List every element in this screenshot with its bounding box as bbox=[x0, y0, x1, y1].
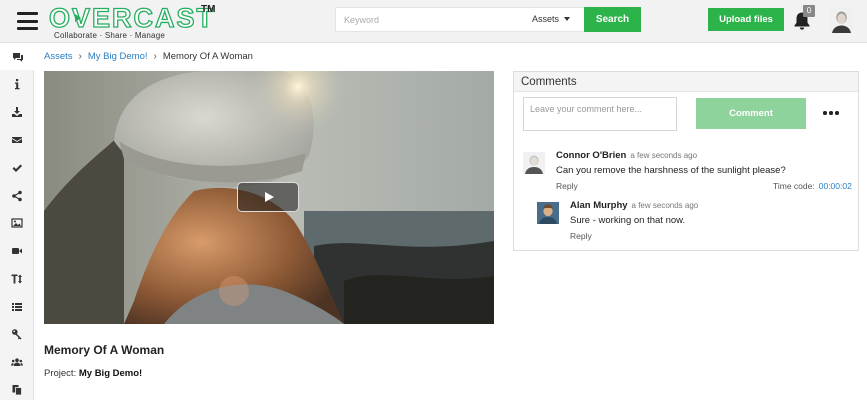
rail-images[interactable] bbox=[0, 209, 34, 236]
rail-key[interactable] bbox=[0, 320, 34, 347]
envelope-icon bbox=[12, 136, 22, 143]
reply-link[interactable]: Reply bbox=[556, 181, 578, 191]
project-label: Project: bbox=[44, 368, 77, 379]
chevron-down-icon bbox=[564, 17, 571, 21]
download-icon bbox=[12, 106, 22, 117]
timecode-label: Time code: bbox=[773, 181, 815, 191]
copy-icon bbox=[12, 384, 22, 395]
comments-heading: Comments bbox=[514, 72, 858, 92]
rail-copy[interactable] bbox=[0, 376, 34, 400]
notification-badge: 0 bbox=[803, 5, 815, 17]
rail-text[interactable] bbox=[0, 265, 34, 292]
chevron-right-icon: › bbox=[78, 51, 82, 62]
key-icon bbox=[12, 328, 22, 339]
rail-list[interactable] bbox=[0, 293, 34, 320]
rail-users[interactable] bbox=[0, 348, 34, 375]
rail-share[interactable] bbox=[0, 182, 34, 209]
comment-time: a few seconds ago bbox=[631, 201, 699, 210]
comment-author-name[interactable]: Connor O'Brien bbox=[556, 150, 626, 161]
comment-text: Can you remove the harshness of the sunl… bbox=[556, 165, 786, 176]
menu-icon[interactable] bbox=[17, 12, 38, 30]
video-camera-icon bbox=[12, 247, 22, 254]
play-button[interactable] bbox=[237, 182, 299, 212]
breadcrumb-project[interactable]: My Big Demo! bbox=[88, 51, 148, 62]
upload-files-button[interactable]: Upload files bbox=[708, 8, 784, 31]
comment-input[interactable] bbox=[523, 97, 677, 131]
avatar bbox=[523, 152, 545, 174]
left-tool-rail bbox=[0, 43, 35, 400]
rail-comments[interactable] bbox=[0, 43, 35, 70]
rail-download[interactable] bbox=[0, 98, 34, 125]
comment-submit-button[interactable]: Comment bbox=[696, 98, 806, 129]
text-height-icon bbox=[11, 274, 22, 283]
breadcrumb-current: Memory Of A Woman bbox=[162, 51, 253, 62]
timecode-link[interactable]: 00:00:02 bbox=[819, 181, 852, 191]
info-icon bbox=[15, 78, 20, 89]
logo-wordmark: OVERCAST bbox=[48, 3, 216, 33]
rail-video[interactable] bbox=[0, 237, 34, 264]
breadcrumb-assets[interactable]: Assets bbox=[44, 51, 73, 62]
list-icon bbox=[12, 302, 22, 311]
top-bar: OVERCAST TM Collaborate · Share · Manage… bbox=[0, 0, 867, 43]
comment-author: Alan Murphy a few seconds ago bbox=[570, 200, 698, 211]
rail-email[interactable] bbox=[0, 126, 34, 153]
asset-title: Memory Of A Woman bbox=[44, 343, 165, 357]
comment-text: Sure - working on that now. bbox=[570, 215, 686, 226]
logo-trademark: TM bbox=[201, 4, 216, 15]
comment-timecode: Time code: 00:00:02 bbox=[773, 181, 852, 191]
search-box: Assets bbox=[335, 7, 585, 32]
comment-time: a few seconds ago bbox=[630, 151, 698, 160]
image-icon bbox=[11, 217, 23, 228]
chevron-right-icon: › bbox=[153, 51, 157, 62]
logo-play-icon bbox=[75, 14, 81, 22]
search-button[interactable]: Search bbox=[584, 7, 641, 32]
users-icon bbox=[11, 357, 23, 366]
comment-author: Connor O'Brien a few seconds ago bbox=[556, 150, 697, 161]
avatar bbox=[537, 202, 559, 224]
video-player[interactable] bbox=[44, 71, 494, 324]
search-scope-label: Assets bbox=[532, 14, 560, 24]
comments-panel: Comments Comment Connor O'Brien a few sec… bbox=[513, 71, 859, 251]
overcast-logo[interactable]: OVERCAST TM Collaborate · Share · Manage bbox=[48, 3, 219, 40]
rail-info[interactable] bbox=[0, 70, 34, 97]
search-input[interactable] bbox=[336, 8, 526, 31]
logo-tagline: Collaborate · Share · Manage bbox=[54, 31, 165, 40]
check-icon bbox=[12, 164, 22, 172]
breadcrumb: Assets › My Big Demo! › Memory Of A Woman bbox=[44, 51, 253, 62]
search-scope-select[interactable]: Assets bbox=[532, 8, 582, 31]
more-options-icon[interactable] bbox=[819, 105, 843, 121]
rail-approve[interactable] bbox=[0, 154, 34, 181]
project-line: Project: My Big Demo! bbox=[44, 368, 142, 379]
comments-icon bbox=[12, 52, 23, 62]
share-icon bbox=[12, 190, 22, 201]
project-name[interactable]: My Big Demo! bbox=[79, 368, 142, 379]
play-icon bbox=[264, 192, 274, 202]
reply-link[interactable]: Reply bbox=[570, 231, 592, 241]
user-avatar[interactable] bbox=[830, 8, 853, 33]
comment-author-name[interactable]: Alan Murphy bbox=[570, 200, 628, 211]
